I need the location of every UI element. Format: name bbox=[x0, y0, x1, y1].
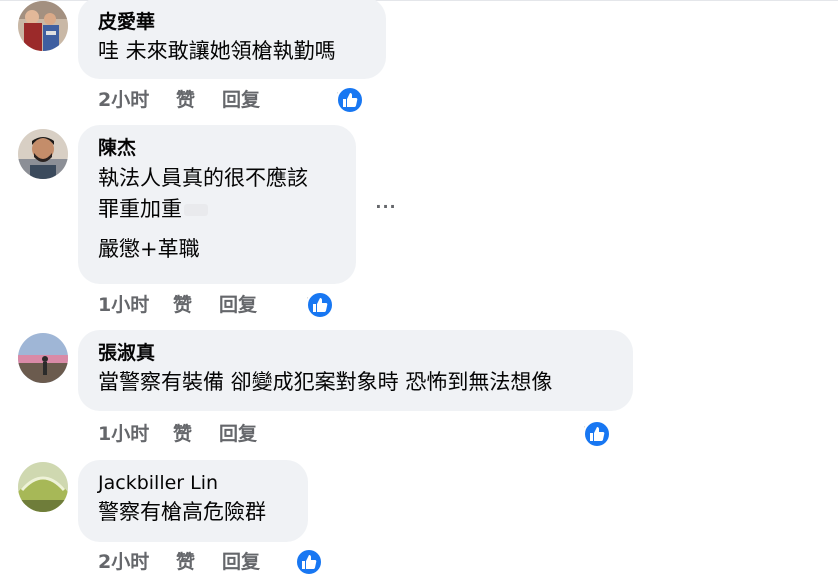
comment-actions: 2小时 赞 回复 7 bbox=[98, 86, 398, 114]
comment-actions: 1小时 赞 回复 7 bbox=[98, 420, 638, 448]
like-button[interactable]: 赞 bbox=[173, 292, 192, 318]
comment-bubble: Jackbiller Lin 警察有槍高危險群 bbox=[78, 460, 308, 542]
avatar[interactable] bbox=[18, 129, 68, 179]
avatar[interactable] bbox=[18, 333, 68, 383]
comment-author[interactable]: 陳杰 bbox=[98, 136, 336, 160]
thumbs-up-icon bbox=[306, 291, 334, 319]
reply-button[interactable]: 回复 bbox=[222, 87, 260, 113]
avatar[interactable] bbox=[18, 1, 68, 51]
comment-actions: 2小时 赞 回复 4 bbox=[98, 548, 398, 576]
like-button[interactable]: 赞 bbox=[173, 421, 192, 447]
comment-text: 當警察有裝備 卻變成犯案對象時 恐怖到無法想像 bbox=[98, 370, 553, 394]
like-button[interactable]: 赞 bbox=[176, 87, 195, 113]
redacted-text bbox=[184, 204, 208, 216]
comment-text-line: 罪重加重 bbox=[98, 197, 182, 221]
like-button[interactable]: 赞 bbox=[176, 549, 195, 575]
reply-button[interactable]: 回复 bbox=[222, 549, 260, 575]
reaction-summary[interactable]: 7 bbox=[336, 86, 364, 114]
comment-text: 執法人員真的很不應該 bbox=[98, 166, 308, 190]
comment-actions: 1小时 赞 回复 7 bbox=[98, 291, 398, 319]
comment-author[interactable]: Jackbiller Lin bbox=[98, 471, 288, 495]
reaction-summary[interactable]: 7 bbox=[306, 291, 334, 319]
comment-thread: 皮愛華 哇 未來敢讓她領槍執勤嗎 2小时 赞 回复 7 bbox=[0, 0, 838, 579]
avatar[interactable] bbox=[18, 462, 68, 512]
reaction-summary[interactable]: 4 bbox=[295, 548, 323, 576]
comment-text: 警察有槍高危險群 bbox=[98, 500, 266, 524]
comment-time[interactable]: 1小时 bbox=[98, 292, 149, 318]
comment-author[interactable]: 張淑真 bbox=[98, 341, 613, 365]
reaction-summary[interactable]: 7 bbox=[583, 420, 611, 448]
thumbs-up-icon bbox=[336, 86, 364, 114]
reply-button[interactable]: 回复 bbox=[219, 421, 257, 447]
comment-bubble: 皮愛華 哇 未來敢讓她領槍執勤嗎 bbox=[78, 0, 386, 79]
comment-bubble: 陳杰 執法人員真的很不應該 罪重加重 嚴懲+革職 bbox=[78, 125, 356, 284]
comment-time[interactable]: 2小时 bbox=[98, 87, 149, 113]
comment-time[interactable]: 1小时 bbox=[98, 421, 149, 447]
comment-text: 嚴懲+革職 bbox=[98, 237, 200, 261]
thumbs-up-icon bbox=[583, 420, 611, 448]
comment-author[interactable]: 皮愛華 bbox=[98, 10, 366, 34]
comment-text: 罪重加重 bbox=[98, 194, 336, 225]
thumbs-up-icon bbox=[295, 548, 323, 576]
reply-button[interactable]: 回复 bbox=[219, 292, 257, 318]
comment-time[interactable]: 2小时 bbox=[98, 549, 149, 575]
more-options-button[interactable]: ··· bbox=[371, 191, 401, 221]
comment-text: 哇 未來敢讓她領槍執勤嗎 bbox=[98, 39, 336, 63]
comment-bubble: 張淑真 當警察有裝備 卻變成犯案對象時 恐怖到無法想像 bbox=[78, 330, 633, 411]
